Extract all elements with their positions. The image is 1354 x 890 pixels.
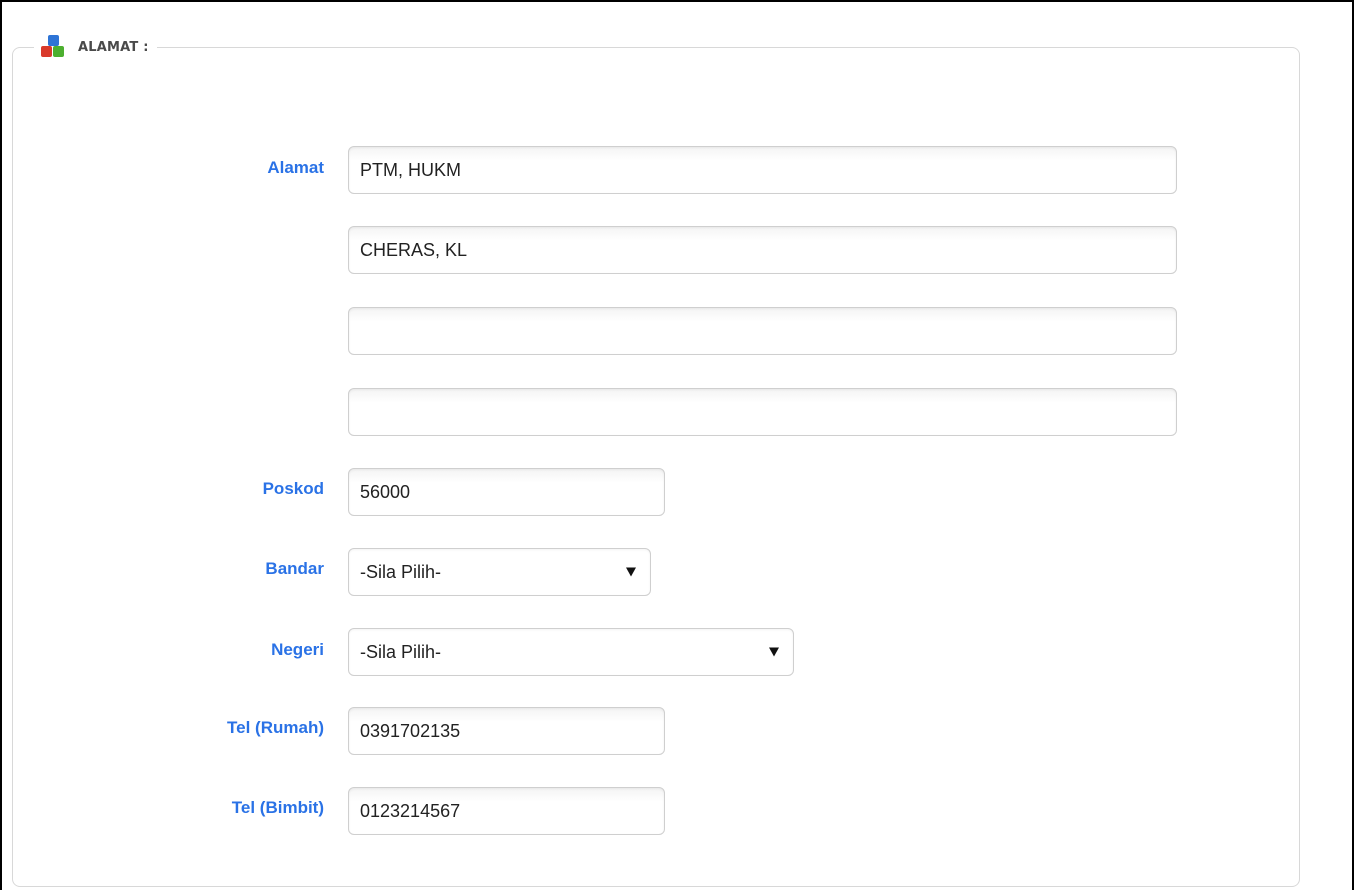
bandar-selected-value: -Sila Pilih- bbox=[360, 561, 442, 582]
tel-bimbit-label: Tel (Bimbit) bbox=[231, 798, 324, 817]
bandar-label: Bandar bbox=[265, 559, 324, 578]
fieldset-legend: ALAMAT : bbox=[34, 30, 157, 64]
caret-down-icon bbox=[769, 647, 779, 657]
negeri-selected-value: -Sila Pilih- bbox=[360, 641, 442, 662]
section-title: ALAMAT : bbox=[78, 39, 149, 55]
tel-rumah-label: Tel (Rumah) bbox=[227, 718, 324, 737]
bandar-select[interactable]: -Sila Pilih- bbox=[348, 548, 651, 596]
negeri-select[interactable]: -Sila Pilih- bbox=[348, 628, 794, 676]
blocks-icon-green bbox=[53, 46, 64, 57]
alamat-line2-input[interactable]: CHERAS, KL bbox=[348, 226, 1177, 274]
poskod-input[interactable]: 56000 bbox=[348, 468, 665, 516]
blocks-icon-red bbox=[41, 46, 52, 57]
tel-bimbit-input[interactable]: 0123214567 bbox=[348, 787, 665, 835]
tel-rumah-input[interactable]: 0391702135 bbox=[348, 707, 665, 755]
alamat-line4-input[interactable] bbox=[348, 388, 1177, 436]
alamat-line3-input[interactable] bbox=[348, 307, 1177, 355]
page-frame: ALAMAT : Alamat PTM, HUKM CHERAS, KL Pos… bbox=[0, 0, 1354, 890]
caret-down-icon bbox=[626, 567, 636, 577]
alamat-line1-input[interactable]: PTM, HUKM bbox=[348, 146, 1177, 194]
negeri-label: Negeri bbox=[271, 640, 324, 659]
blocks-icon bbox=[40, 34, 66, 60]
alamat-label: Alamat bbox=[267, 158, 324, 177]
blocks-icon-blue bbox=[48, 35, 59, 46]
poskod-label: Poskod bbox=[262, 479, 324, 498]
